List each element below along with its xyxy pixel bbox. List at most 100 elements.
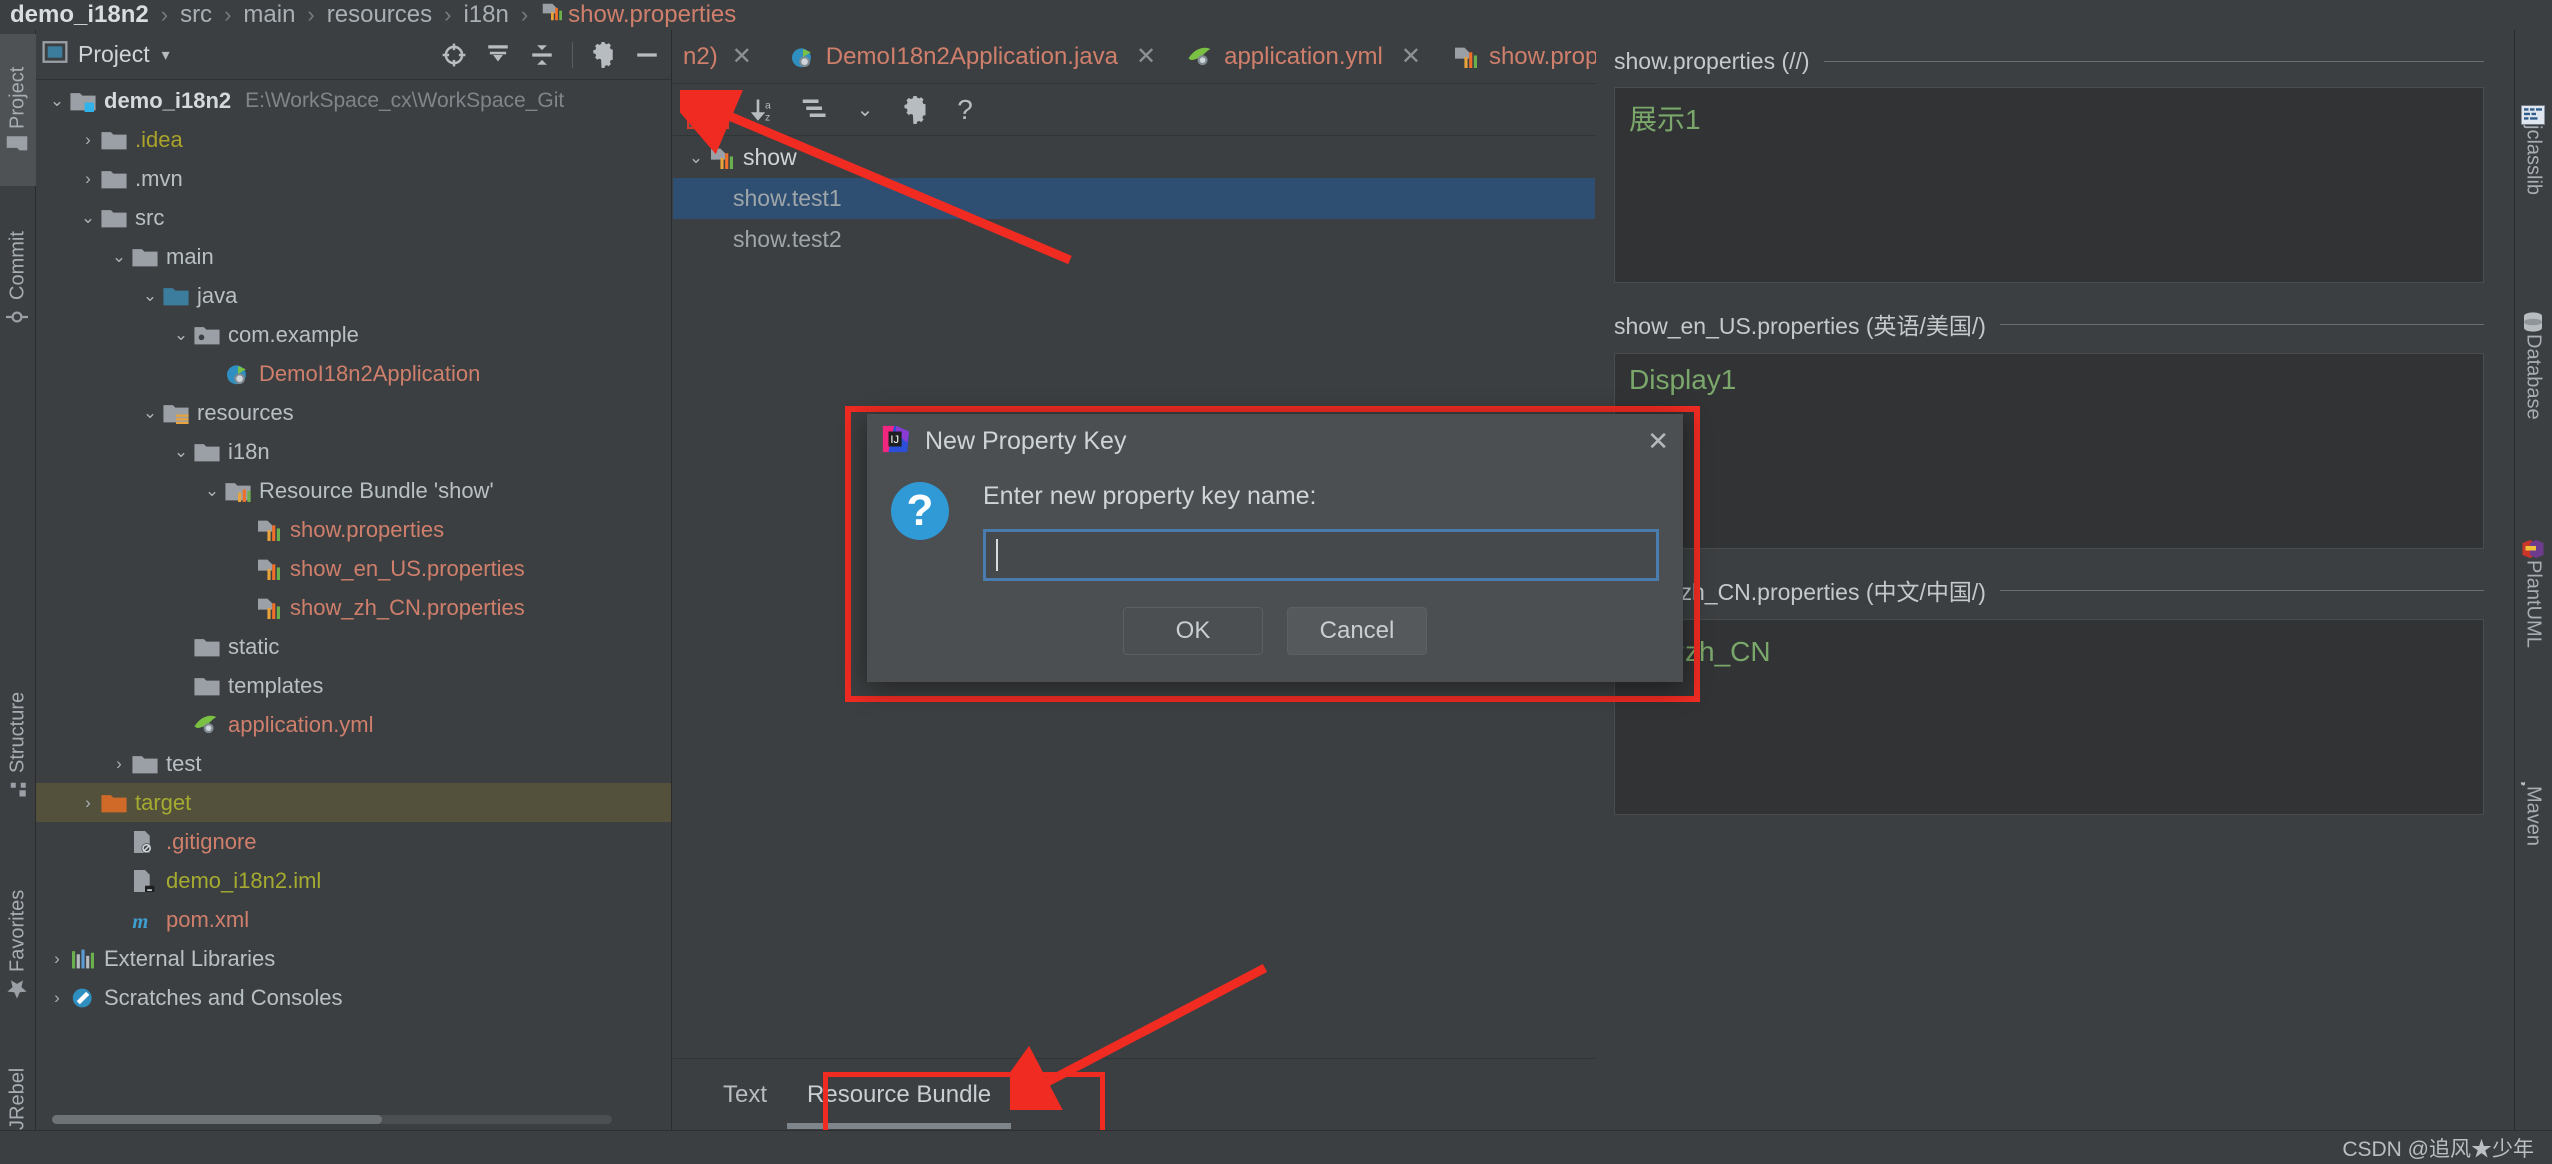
chevron-down-icon[interactable]: ⌄ (851, 96, 879, 124)
locale-value-input[interactable]: Display1 (1614, 353, 2484, 549)
sidebar-item-jclasslib[interactable]: jclasslib (2514, 50, 2552, 250)
tree-item-i18n[interactable]: ⌄i18n (36, 432, 671, 471)
tree-item-main[interactable]: ⌄main (36, 237, 671, 276)
tree-item-demo-i18n2-iml[interactable]: demo_i18n2.iml (36, 861, 671, 900)
breadcrumb-item-src[interactable]: src (180, 1, 212, 29)
dialog-titlebar: IJ New Property Key ✕ (867, 414, 1683, 468)
chevron-down-icon[interactable]: ⌄ (137, 403, 163, 423)
properties-file-icon (256, 558, 282, 580)
chevron-right-icon[interactable]: › (75, 130, 101, 150)
horizontal-scrollbar[interactable] (52, 1115, 612, 1124)
gear-icon[interactable] (901, 96, 929, 124)
tree-spacer (230, 598, 256, 618)
sidebar-item-structure[interactable]: Structure (0, 650, 36, 840)
chevron-down-icon[interactable]: ⌄ (137, 286, 163, 306)
hide-icon[interactable] (633, 41, 661, 69)
tree-item-resource-bundle-show[interactable]: ⌄Resource Bundle 'show' (36, 471, 671, 510)
chevron-right-icon[interactable]: › (44, 988, 70, 1008)
sidebar-item-commit[interactable]: Commit (0, 200, 36, 360)
breadcrumb-item-file[interactable]: show.properties (568, 1, 736, 29)
tree-item-static[interactable]: static (36, 627, 671, 666)
close-icon[interactable]: ✕ (732, 42, 752, 71)
tree-item-target[interactable]: ›target (36, 783, 671, 822)
project-tool-window: Project ▾ ⌄demo_ (36, 30, 672, 1130)
tree-item-demoi18n2application[interactable]: DemoI18n2Application (36, 354, 671, 393)
editor-tab-demoi18n2application-java[interactable]: DemoI18n2Application.java ✕ (774, 30, 1172, 84)
add-property-button[interactable]: + (687, 91, 729, 129)
chevron-down-icon[interactable]: ⌄ (683, 148, 709, 168)
tree-item-demo-i18n2[interactable]: ⌄demo_i18n2E:\WorkSpace_cx\WorkSpace_Git (36, 81, 671, 120)
sidebar-item-project[interactable]: Project (0, 34, 36, 186)
tree-item-com-example[interactable]: ⌄com.example (36, 315, 671, 354)
tree-item-resources[interactable]: ⌄resources (36, 393, 671, 432)
tree-item-mvn[interactable]: ›.mvn (36, 159, 671, 198)
close-icon[interactable]: ✕ (1401, 42, 1421, 71)
tree-item-idea[interactable]: ›.idea (36, 120, 671, 159)
sidebar-item-maven[interactable]: m Maven (2514, 715, 2552, 895)
chevron-down-icon[interactable]: ⌄ (44, 91, 70, 111)
properties-icon (540, 1, 562, 30)
properties-values-panel: show.properties (//)展示1show_en_US.proper… (1596, 30, 2514, 1130)
chevron-down-icon[interactable]: ⌄ (75, 208, 101, 228)
sidebar-item-plantuml[interactable]: PlantUML (2514, 485, 2552, 700)
cancel-button[interactable]: Cancel (1287, 607, 1427, 655)
locate-icon[interactable] (440, 41, 468, 69)
dialog-fields: Enter new property key name: (983, 482, 1659, 581)
property-key-input[interactable] (983, 529, 1659, 581)
chevron-down-icon[interactable]: ▾ (162, 45, 170, 65)
tree-item-pom-xml[interactable]: mpom.xml (36, 900, 671, 939)
chevron-down-icon[interactable]: ⌄ (199, 481, 225, 501)
breadcrumb-item-i18n[interactable]: i18n (463, 1, 508, 29)
locale-value-input[interactable]: 展示1 (1614, 87, 2484, 283)
tree-item-templates[interactable]: templates (36, 666, 671, 705)
project-tree[interactable]: ⌄demo_i18n2E:\WorkSpace_cx\WorkSpace_Git… (36, 81, 671, 1100)
tree-item-gitignore[interactable]: .gitignore (36, 822, 671, 861)
help-icon[interactable]: ? (951, 96, 979, 124)
tree-item-java[interactable]: ⌄java (36, 276, 671, 315)
property-key-row[interactable]: show.test1 (673, 178, 1595, 219)
breadcrumb-item-project[interactable]: demo_i18n2 (10, 1, 149, 29)
chevron-right-icon[interactable]: › (44, 949, 70, 969)
tree-item-label: test (166, 751, 201, 777)
sort-az-icon[interactable]: az (751, 96, 779, 124)
chevron-right-icon[interactable]: › (106, 754, 132, 774)
tree-item-scratches-and-consoles[interactable]: › Scratches and Consoles (36, 978, 671, 1017)
tree-item-external-libraries[interactable]: ›External Libraries (36, 939, 671, 978)
tree-item-src[interactable]: ⌄src (36, 198, 671, 237)
close-icon[interactable]: ✕ (1647, 426, 1669, 457)
close-icon[interactable]: ✕ (1136, 42, 1156, 71)
tree-item-show-en-us-properties[interactable]: show_en_US.properties (36, 549, 671, 588)
properties-file-icon (256, 597, 282, 619)
tree-item-application-yml[interactable]: application.yml (36, 705, 671, 744)
editor-tab-label: DemoI18n2Application.java (826, 43, 1118, 71)
chevron-right-icon[interactable]: › (75, 169, 101, 189)
property-key-row[interactable]: show.test2 (673, 219, 1595, 260)
breadcrumb-item-main[interactable]: main (243, 1, 295, 29)
tree-item-label: Scratches and Consoles (104, 985, 342, 1011)
property-key-label: show.test2 (733, 226, 842, 253)
ok-button[interactable]: OK (1123, 607, 1263, 655)
chevron-down-icon[interactable]: ⌄ (168, 325, 194, 345)
chevron-down-icon[interactable]: ⌄ (168, 442, 194, 462)
collapse-all-icon[interactable] (528, 41, 556, 69)
text-caret (996, 539, 998, 571)
folder-icon (101, 168, 127, 190)
bundle-row[interactable]: ⌄show (673, 137, 1595, 178)
breadcrumb-item-resources[interactable]: resources (327, 1, 432, 29)
chevron-down-icon[interactable]: ⌄ (106, 247, 132, 267)
locale-value-input[interactable]: 展示zh_CN (1614, 619, 2484, 815)
chevron-right-icon[interactable]: › (75, 793, 101, 813)
ide-window: demo_i18n2 › src › main › resources › i1… (0, 0, 2552, 1164)
sidebar-item-database[interactable]: Database (2514, 260, 2552, 470)
tree-item-show-properties[interactable]: show.properties (36, 510, 671, 549)
group-keys-icon[interactable] (801, 96, 829, 124)
breadcrumb-separator: › (161, 2, 168, 28)
sidebar-item-favorites[interactable]: Favorites (0, 850, 36, 1040)
gear-icon[interactable] (589, 41, 617, 69)
editor-tab-application-yml[interactable]: application.yml✕ (1172, 30, 1437, 84)
expand-all-icon[interactable] (484, 41, 512, 69)
tab-text[interactable]: Text (703, 1071, 787, 1119)
tree-item-show-zh-cn-properties[interactable]: show_zh_CN.properties (36, 588, 671, 627)
tree-item-test[interactable]: › test (36, 744, 671, 783)
right-strip-label: PlantUML (2522, 560, 2545, 648)
